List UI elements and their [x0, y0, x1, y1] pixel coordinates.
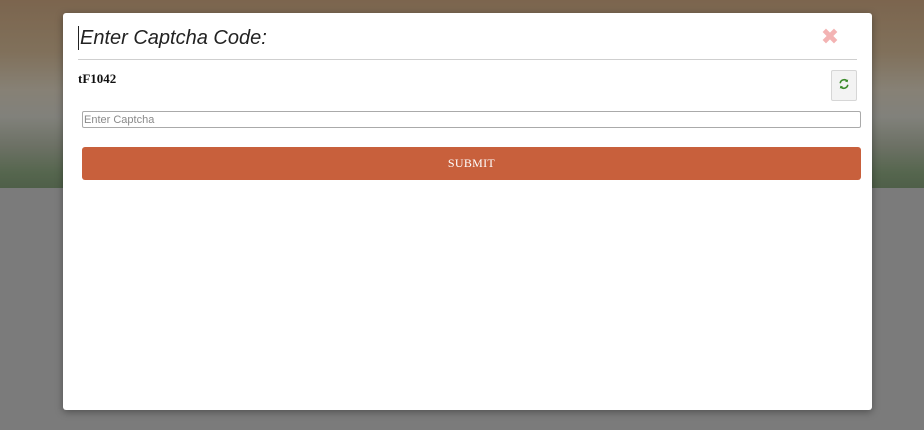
refresh-icon — [838, 78, 850, 93]
captcha-code-text: tF1042 — [78, 71, 117, 86]
modal-title: Enter Captcha Code: — [78, 26, 267, 50]
submit-button[interactable]: SUBMIT — [82, 147, 861, 180]
modal-header: Enter Captcha Code: ✖ — [78, 13, 857, 60]
close-icon: ✖ — [820, 25, 840, 50]
close-button[interactable]: ✖ — [819, 27, 841, 49]
captcha-modal: Enter Captcha Code: ✖ tF1042 SUBMIT — [63, 13, 872, 410]
captcha-input[interactable] — [82, 111, 861, 128]
refresh-captcha-button[interactable] — [831, 70, 857, 101]
